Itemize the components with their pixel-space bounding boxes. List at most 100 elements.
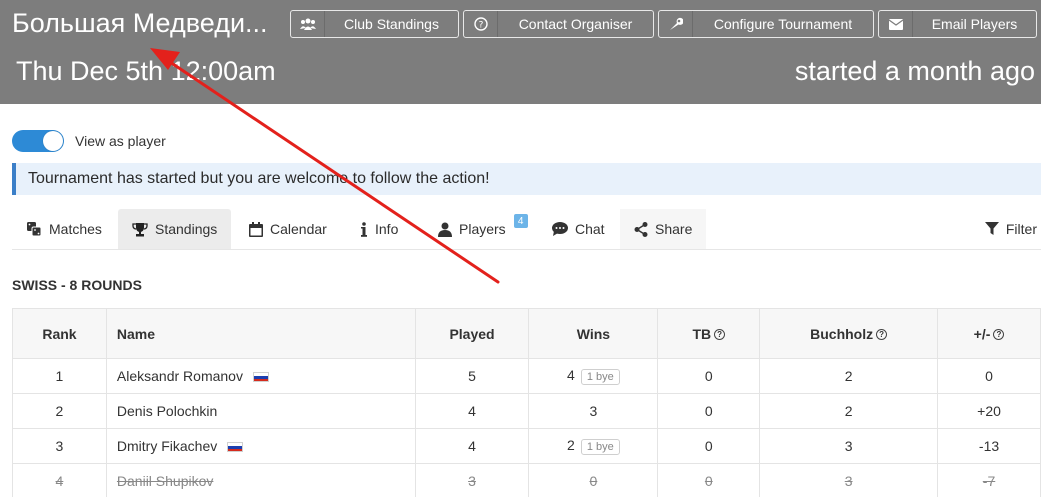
- envelope-icon: [879, 11, 913, 37]
- configure-tournament-button[interactable]: Configure Tournament: [658, 10, 874, 38]
- club-standings-button[interactable]: Club Standings: [290, 10, 459, 38]
- tab-players-label: Players: [459, 221, 506, 237]
- played-cell: 4: [414, 393, 530, 429]
- played-cell: 5: [414, 358, 530, 394]
- notice-text: Tournament has started but you are welco…: [28, 170, 490, 187]
- bye-badge: 1 bye: [580, 438, 620, 455]
- col-played[interactable]: Played: [414, 308, 530, 359]
- club-standings-label: Club Standings: [344, 16, 439, 32]
- comment-icon: [552, 222, 568, 236]
- tab-share-label: Share: [655, 221, 693, 237]
- tab-matches-label: Matches: [49, 221, 102, 237]
- rank-cell: 2: [12, 393, 107, 429]
- buchholz-cell: 2: [759, 393, 939, 429]
- tab-calendar-label: Calendar: [270, 221, 327, 237]
- help-icon[interactable]: ?: [876, 329, 888, 341]
- bye-badge: 1 bye: [580, 368, 620, 385]
- trophy-icon: [132, 222, 148, 237]
- tab-share[interactable]: Share: [620, 209, 707, 249]
- users-icon: [291, 11, 325, 37]
- email-players-label: Email Players: [931, 16, 1018, 32]
- name-cell: Daniil Shupikov: [105, 463, 416, 497]
- rank-cell: 1: [12, 358, 107, 394]
- email-players-button[interactable]: Email Players: [878, 10, 1037, 38]
- contact-organiser-button[interactable]: ? Contact Organiser: [463, 10, 654, 38]
- tab-standings-label: Standings: [155, 221, 218, 237]
- played-cell: 4: [414, 428, 530, 464]
- diff-cell: +20: [937, 393, 1041, 429]
- tb-cell: 0: [657, 428, 761, 464]
- tab-players[interactable]: Players 4: [424, 209, 528, 249]
- tournament-title: Большая Медведи...: [12, 8, 268, 38]
- toggle-knob: [43, 131, 63, 151]
- filter-label: Filter: [1005, 221, 1037, 237]
- tab-chat-label: Chat: [575, 221, 605, 237]
- diff-cell: -13: [937, 428, 1041, 464]
- player-name[interactable]: Dmitry Fikachev: [117, 438, 217, 454]
- name-cell: Dmitry Fikachev: [105, 428, 416, 464]
- players-count-badge: 4: [513, 214, 528, 228]
- name-cell: Denis Polochkin: [105, 393, 416, 429]
- configure-tournament-label: Configure Tournament: [713, 16, 853, 32]
- calendar-icon: [249, 221, 263, 237]
- tb-cell: 0: [657, 463, 761, 497]
- view-as-player-label: View as player: [75, 133, 166, 149]
- tournament-tabs: Matches Standings Calendar Info Players …: [12, 209, 1041, 250]
- filter-button[interactable]: Filter: [971, 209, 1041, 249]
- tab-info-label: Info: [375, 221, 399, 237]
- contact-organiser-label: Contact Organiser: [518, 16, 633, 32]
- rank-cell: 4: [12, 463, 107, 497]
- tournament-date: Thu Dec 5th 12:00am: [16, 56, 276, 86]
- tournament-started-notice: Tournament has started but you are welco…: [12, 163, 1041, 195]
- table-row: 1 Aleksandr Romanov 5 41 bye 0 2 0: [12, 358, 1041, 394]
- section-title: SWISS - 8 ROUNDS: [12, 277, 142, 293]
- help-icon[interactable]: ?: [993, 329, 1005, 341]
- diff-cell: -7: [937, 463, 1041, 497]
- standings-table: Rank Name Played Wins TB? Buchholz? +/-?…: [12, 308, 1041, 497]
- name-cell: Aleksandr Romanov: [105, 358, 416, 394]
- buchholz-cell: 3: [759, 428, 939, 464]
- tournament-header: Большая Медведи... Thu Dec 5th 12:00am s…: [0, 0, 1041, 104]
- wins-cell: 0: [528, 463, 659, 497]
- question-circle-icon: ?: [464, 11, 498, 37]
- col-wins[interactable]: Wins: [528, 308, 659, 359]
- view-as-player-toggle[interactable]: [12, 130, 64, 152]
- filter-icon: [984, 222, 999, 236]
- buchholz-cell: 2: [759, 358, 939, 394]
- col-diff[interactable]: +/-?: [937, 308, 1041, 359]
- wrench-icon: [659, 11, 693, 37]
- wins-cell: 41 bye: [528, 358, 659, 394]
- tb-cell: 0: [657, 358, 761, 394]
- tab-chat[interactable]: Chat: [538, 209, 619, 249]
- played-cell: 3: [414, 463, 530, 497]
- player-name[interactable]: Aleksandr Romanov: [117, 368, 243, 384]
- russia-flag-icon: [252, 372, 269, 383]
- col-tb[interactable]: TB?: [657, 308, 761, 359]
- tab-info[interactable]: Info: [346, 209, 412, 249]
- info-icon: [360, 221, 368, 237]
- col-rank[interactable]: Rank: [12, 308, 107, 359]
- tournament-started-status: started a month ago: [794, 56, 1035, 86]
- user-icon: [438, 222, 452, 237]
- diff-cell: 0: [937, 358, 1041, 394]
- col-name[interactable]: Name: [105, 308, 416, 359]
- player-name[interactable]: Denis Polochkin: [117, 403, 217, 419]
- wins-cell: 21 bye: [528, 428, 659, 464]
- table-row: 2 Denis Polochkin 4 3 0 2 +20: [12, 393, 1041, 429]
- col-buchholz[interactable]: Buchholz?: [759, 308, 939, 359]
- rank-cell: 3: [12, 428, 107, 464]
- table-row: 3 Dmitry Fikachev 4 21 bye 0 3 -13: [12, 428, 1041, 464]
- tb-cell: 0: [657, 393, 761, 429]
- buchholz-cell: 3: [759, 463, 939, 497]
- svg-text:?: ?: [478, 21, 483, 31]
- wins-cell: 3: [528, 393, 659, 429]
- russia-flag-icon: [227, 442, 244, 453]
- tab-standings[interactable]: Standings: [118, 209, 232, 249]
- share-icon: [634, 221, 648, 237]
- table-header-row: Rank Name Played Wins TB? Buchholz? +/-?: [12, 308, 1041, 359]
- tab-calendar[interactable]: Calendar: [235, 209, 341, 249]
- help-icon[interactable]: ?: [714, 329, 726, 341]
- dice-icon: [26, 221, 42, 237]
- tab-matches[interactable]: Matches: [12, 209, 116, 249]
- player-name[interactable]: Daniil Shupikov: [117, 473, 214, 489]
